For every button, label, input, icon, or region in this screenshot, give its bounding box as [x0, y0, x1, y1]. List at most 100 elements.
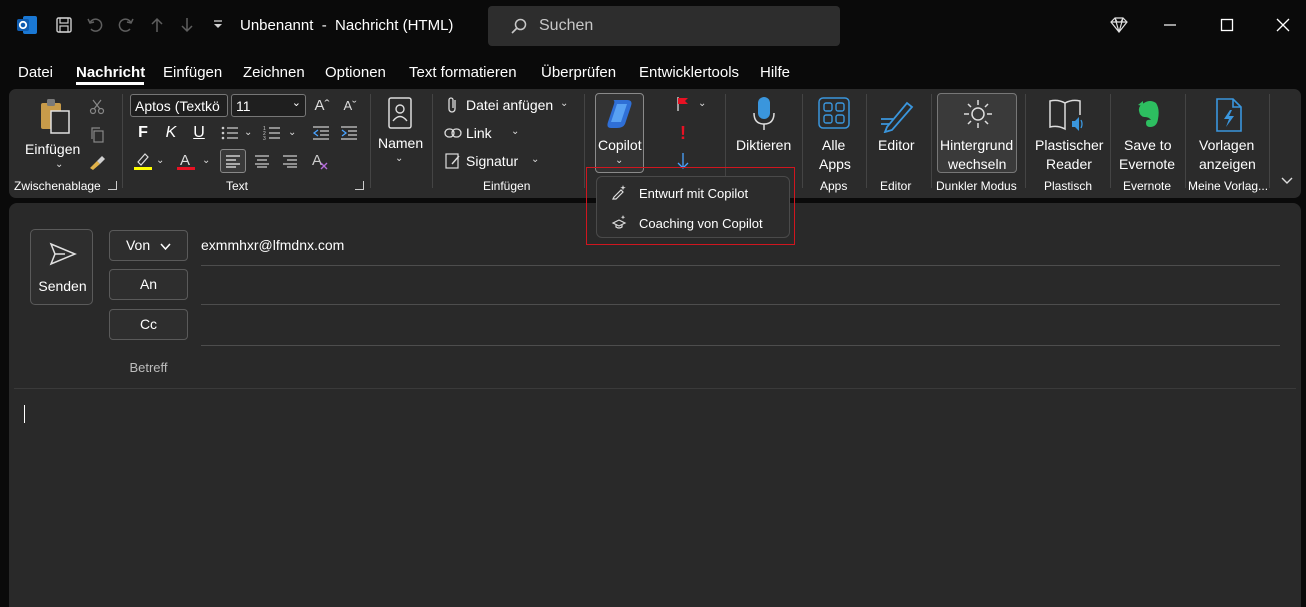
tab-ueberpruefen[interactable]: Überprüfen	[541, 64, 616, 81]
search-box[interactable]: Suchen	[488, 6, 840, 46]
link-button[interactable]: Link ⌄	[443, 123, 523, 145]
up-arrow-icon[interactable]	[146, 14, 168, 36]
shrink-font-icon[interactable]: Aˇ	[340, 95, 360, 115]
coaching-icon	[611, 214, 627, 233]
down-arrow-icon[interactable]	[176, 14, 198, 36]
attach-file-button[interactable]: Datei anfügen ⌄	[443, 95, 568, 117]
svg-text:A: A	[312, 152, 322, 169]
editor-button[interactable]: Editor	[873, 93, 923, 173]
message-body-caret[interactable]	[24, 405, 25, 423]
copilot-coaching-label: Coaching von Copilot	[639, 215, 763, 231]
align-center-icon[interactable]	[252, 151, 272, 171]
copilot-icon	[603, 98, 637, 135]
send-button[interactable]: Senden	[30, 229, 93, 305]
immersive-reader-label-1: Plastischer	[1035, 137, 1104, 153]
cc-field[interactable]	[201, 345, 1280, 346]
follow-up-flag-icon[interactable]	[673, 94, 693, 114]
copilot-label: Copilot	[598, 137, 642, 153]
font-size-value: 11	[236, 98, 251, 114]
signature-button[interactable]: Signatur ⌄	[443, 151, 553, 173]
copilot-button[interactable]: Copilot ⌄	[595, 93, 644, 173]
tab-zeichnen[interactable]: Zeichnen	[243, 64, 305, 81]
dictate-label: Diktieren	[736, 137, 792, 153]
font-color-icon[interactable]: A	[176, 151, 196, 171]
immersive-reader-button[interactable]: Plastischer Reader	[1031, 93, 1103, 173]
from-label: Von	[125, 237, 151, 253]
close-icon[interactable]	[1271, 13, 1295, 37]
insert-group-label: Einfügen	[483, 179, 531, 193]
attach-file-label: Datei anfügen	[466, 97, 554, 113]
templates-group-label: Meine Vorlag...	[1188, 179, 1268, 193]
clear-formatting-icon[interactable]: A	[310, 151, 330, 171]
save-to-evernote-button[interactable]: Save to Evernote	[1115, 93, 1181, 173]
evernote-icon	[1136, 99, 1162, 134]
copilot-draft-item[interactable]: Entwurf mit Copilot	[611, 182, 748, 204]
to-button[interactable]: An	[109, 269, 188, 300]
underline-button[interactable]: U	[189, 123, 209, 143]
immersive-reader-label-2: Reader	[1046, 156, 1092, 172]
view-templates-button[interactable]: Vorlagen anzeigen	[1190, 93, 1264, 173]
paste-button[interactable]: Einfügen ⌄	[17, 93, 89, 173]
maximize-icon[interactable]	[1215, 13, 1239, 37]
text-dialog-launcher-icon[interactable]	[355, 181, 364, 190]
switch-background-button[interactable]: Hintergrund wechseln	[937, 93, 1017, 173]
italic-button[interactable]: K	[161, 123, 181, 143]
names-label: Namen	[378, 135, 424, 151]
save-to-evernote-label-2: Evernote	[1119, 156, 1176, 172]
tab-optionen[interactable]: Optionen	[325, 64, 386, 81]
editor-label: Editor	[878, 137, 915, 153]
copilot-dropdown-menu: Entwurf mit Copilot Coaching von Copilot	[596, 176, 790, 238]
outlook-logo-icon	[15, 13, 39, 37]
templates-icon	[1215, 97, 1243, 138]
ribbon-collapse-chevron-icon[interactable]	[1277, 171, 1297, 191]
tab-nachricht[interactable]: Nachricht	[76, 64, 145, 81]
names-button[interactable]: Namen ⌄	[375, 93, 425, 173]
microphone-icon	[751, 96, 777, 137]
align-right-icon[interactable]	[280, 151, 300, 171]
cc-button[interactable]: Cc	[109, 309, 188, 340]
customize-qat-icon[interactable]	[207, 14, 229, 36]
copilot-coaching-item[interactable]: Coaching von Copilot	[611, 212, 763, 234]
dark-mode-group-label: Dunkler Modus	[936, 179, 1017, 193]
immersive-group-label: Plastisch	[1044, 179, 1093, 193]
font-name-dropdown[interactable]: Aptos (Textkö	[130, 94, 228, 117]
from-field-underline	[201, 265, 1280, 266]
dialog-launcher-icon[interactable]	[108, 181, 117, 190]
cut-icon[interactable]	[87, 97, 107, 117]
tab-einfuegen[interactable]: Einfügen	[163, 64, 222, 81]
redo-icon[interactable]	[115, 14, 137, 36]
tab-text-formatieren[interactable]: Text formatieren	[409, 64, 517, 81]
minimize-icon[interactable]	[1158, 13, 1182, 37]
to-field[interactable]	[201, 304, 1280, 305]
undo-icon[interactable]	[84, 14, 106, 36]
save-icon[interactable]	[53, 14, 75, 36]
tab-hilfe[interactable]: Hilfe	[760, 64, 790, 81]
tab-datei[interactable]: Datei	[18, 64, 53, 81]
increase-indent-icon[interactable]	[339, 123, 359, 143]
bullets-icon[interactable]	[220, 123, 240, 143]
grow-font-icon[interactable]: Aˆ	[312, 95, 332, 115]
copy-icon[interactable]	[87, 125, 107, 145]
decrease-indent-icon[interactable]	[311, 123, 331, 143]
align-left-button[interactable]	[220, 149, 246, 173]
font-size-dropdown[interactable]: 11 ⌄	[231, 94, 306, 117]
high-importance-icon[interactable]: !	[673, 123, 693, 143]
all-apps-label-1: Alle	[822, 137, 846, 153]
active-tab-indicator	[76, 82, 144, 85]
highlight-icon[interactable]	[133, 151, 153, 171]
compose-area: Senden Von An Cc exmmhxr@lfmdnx.com Betr…	[9, 203, 1301, 607]
svg-text:3: 3	[263, 136, 266, 141]
dictate-button[interactable]: Diktieren	[733, 93, 795, 173]
format-painter-icon[interactable]	[87, 152, 107, 172]
from-button[interactable]: Von	[109, 230, 188, 261]
switch-background-label-1: Hintergrund	[940, 137, 1014, 153]
from-address: exmmhxr@lfmdnx.com	[201, 237, 345, 253]
numbering-icon[interactable]: 123	[262, 123, 282, 143]
apps-grid-icon	[818, 97, 850, 134]
send-label: Senden	[38, 278, 87, 294]
diamond-icon[interactable]	[1107, 13, 1131, 37]
copilot-draft-label: Entwurf mit Copilot	[639, 185, 749, 201]
all-apps-button[interactable]: Alle Apps	[809, 93, 859, 173]
bold-button[interactable]: F	[133, 123, 153, 143]
tab-entwicklertools[interactable]: Entwicklertools	[639, 64, 739, 81]
